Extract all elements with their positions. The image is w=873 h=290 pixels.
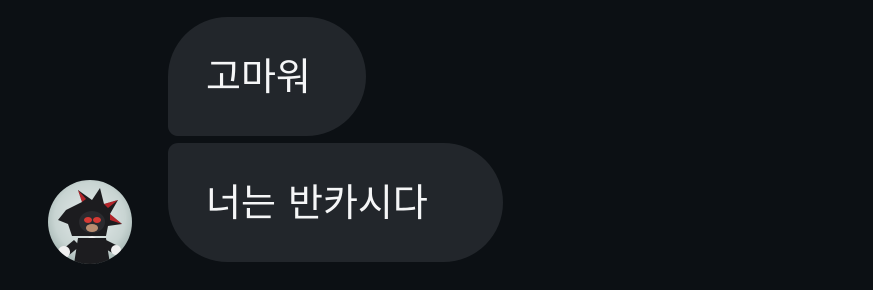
chat-thread: 고마워 너는 반카시다 [0, 0, 873, 290]
shadow-hedgehog-avatar-icon [48, 180, 132, 264]
message-bubble[interactable]: 너는 반카시다 [168, 143, 503, 262]
message-bubble[interactable]: 고마워 [168, 17, 366, 136]
message-text: 고마워 [206, 54, 311, 99]
sender-avatar[interactable] [48, 180, 132, 264]
message-text: 너는 반카시다 [206, 180, 428, 225]
